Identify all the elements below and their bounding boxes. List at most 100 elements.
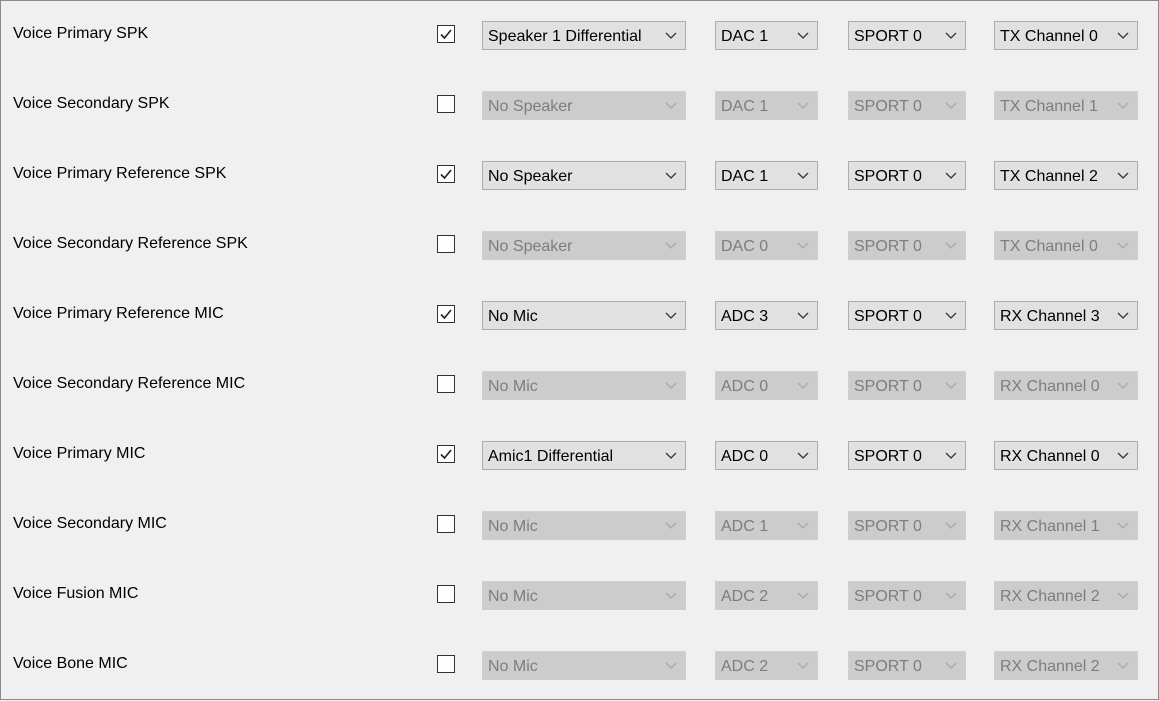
chevron-down-icon — [797, 592, 809, 599]
chevron-down-icon — [797, 452, 809, 459]
device-dropdown[interactable]: No Mic — [482, 371, 686, 400]
channel-dropdown[interactable]: TX Channel 2 — [994, 161, 1138, 190]
channel-value: RX Channel 3 — [1000, 308, 1100, 325]
channel-value: RX Channel 0 — [1000, 378, 1100, 395]
sport-dropdown[interactable]: SPORT 0 — [848, 301, 966, 330]
device-dropdown[interactable]: Amic1 Differential — [482, 441, 686, 470]
channel-dropdown[interactable]: TX Channel 1 — [994, 91, 1138, 120]
channel-dropdown[interactable]: TX Channel 0 — [994, 231, 1138, 260]
enable-checkbox[interactable] — [437, 375, 455, 393]
channel-dropdown[interactable]: TX Channel 0 — [994, 21, 1138, 50]
converter-dropdown[interactable]: DAC 1 — [715, 161, 818, 190]
enable-checkbox[interactable] — [437, 655, 455, 673]
device-dropdown[interactable]: No Mic — [482, 301, 686, 330]
chevron-down-icon — [945, 592, 957, 599]
chevron-down-icon — [797, 172, 809, 179]
converter-dropdown[interactable]: ADC 2 — [715, 651, 818, 680]
channel-dropdown[interactable]: RX Channel 1 — [994, 511, 1138, 540]
sport-dropdown[interactable]: SPORT 0 — [848, 581, 966, 610]
device-value: No Mic — [488, 378, 538, 395]
row-label: Voice Secondary Reference MIC — [13, 375, 246, 392]
sport-dropdown[interactable]: SPORT 0 — [848, 371, 966, 400]
chevron-down-icon — [665, 172, 677, 179]
enable-checkbox[interactable] — [437, 165, 455, 183]
channel-value: RX Channel 0 — [1000, 448, 1100, 465]
chevron-down-icon — [665, 452, 677, 459]
converter-dropdown[interactable]: ADC 3 — [715, 301, 818, 330]
sport-value: SPORT 0 — [854, 28, 922, 45]
chevron-down-icon — [1117, 592, 1129, 599]
chevron-down-icon — [945, 452, 957, 459]
converter-dropdown[interactable]: DAC 1 — [715, 21, 818, 50]
device-value: No Mic — [488, 518, 538, 535]
device-dropdown[interactable]: No Speaker — [482, 91, 686, 120]
sport-dropdown[interactable]: SPORT 0 — [848, 651, 966, 680]
channel-dropdown[interactable]: RX Channel 0 — [994, 441, 1138, 470]
chevron-down-icon — [945, 242, 957, 249]
chevron-down-icon — [945, 102, 957, 109]
device-value: No Speaker — [488, 98, 573, 115]
converter-dropdown[interactable]: DAC 1 — [715, 91, 818, 120]
chevron-down-icon — [665, 312, 677, 319]
chevron-down-icon — [945, 522, 957, 529]
enable-checkbox[interactable] — [437, 515, 455, 533]
device-dropdown[interactable]: Speaker 1 Differential — [482, 21, 686, 50]
routing-row: Voice Primary Reference SPK No Speaker D… — [1, 141, 1158, 211]
sport-value: SPORT 0 — [854, 378, 922, 395]
sport-value: SPORT 0 — [854, 448, 922, 465]
sport-dropdown[interactable]: SPORT 0 — [848, 91, 966, 120]
row-label: Voice Bone MIC — [13, 655, 128, 672]
device-value: Speaker 1 Differential — [488, 28, 642, 45]
converter-value: DAC 1 — [721, 28, 769, 45]
chevron-down-icon — [665, 662, 677, 669]
enable-checkbox[interactable] — [437, 235, 455, 253]
converter-dropdown[interactable]: ADC 2 — [715, 581, 818, 610]
chevron-down-icon — [1117, 662, 1129, 669]
enable-checkbox[interactable] — [437, 585, 455, 603]
chevron-down-icon — [665, 382, 677, 389]
device-dropdown[interactable]: No Mic — [482, 581, 686, 610]
converter-value: ADC 0 — [721, 378, 769, 395]
channel-value: RX Channel 1 — [1000, 518, 1100, 535]
chevron-down-icon — [945, 172, 957, 179]
enable-checkbox[interactable] — [437, 445, 455, 463]
chevron-down-icon — [665, 522, 677, 529]
channel-value: TX Channel 1 — [1000, 98, 1098, 115]
converter-dropdown[interactable]: ADC 0 — [715, 371, 818, 400]
device-value: No Speaker — [488, 238, 573, 255]
checkmark-icon — [440, 309, 452, 320]
routing-row: Voice Primary MIC Amic1 Differential ADC… — [1, 421, 1158, 491]
chevron-down-icon — [797, 102, 809, 109]
device-dropdown[interactable]: No Speaker — [482, 161, 686, 190]
sport-dropdown[interactable]: SPORT 0 — [848, 511, 966, 540]
channel-dropdown[interactable]: RX Channel 2 — [994, 581, 1138, 610]
row-label: Voice Fusion MIC — [13, 585, 139, 602]
sport-dropdown[interactable]: SPORT 0 — [848, 231, 966, 260]
channel-value: TX Channel 0 — [1000, 238, 1098, 255]
converter-dropdown[interactable]: DAC 0 — [715, 231, 818, 260]
converter-dropdown[interactable]: ADC 0 — [715, 441, 818, 470]
device-dropdown[interactable]: No Speaker — [482, 231, 686, 260]
sport-value: SPORT 0 — [854, 238, 922, 255]
sport-dropdown[interactable]: SPORT 0 — [848, 441, 966, 470]
sport-dropdown[interactable]: SPORT 0 — [848, 161, 966, 190]
enable-checkbox[interactable] — [437, 25, 455, 43]
chevron-down-icon — [797, 32, 809, 39]
converter-value: ADC 2 — [721, 658, 769, 675]
converter-value: DAC 1 — [721, 168, 769, 185]
sport-dropdown[interactable]: SPORT 0 — [848, 21, 966, 50]
converter-dropdown[interactable]: ADC 1 — [715, 511, 818, 540]
channel-dropdown[interactable]: RX Channel 3 — [994, 301, 1138, 330]
chevron-down-icon — [797, 312, 809, 319]
converter-value: DAC 1 — [721, 98, 769, 115]
device-dropdown[interactable]: No Mic — [482, 511, 686, 540]
routing-row: Voice Secondary Reference SPK No Speaker… — [1, 211, 1158, 281]
enable-checkbox[interactable] — [437, 305, 455, 323]
enable-checkbox[interactable] — [437, 95, 455, 113]
device-dropdown[interactable]: No Mic — [482, 651, 686, 680]
chevron-down-icon — [1117, 242, 1129, 249]
channel-value: TX Channel 2 — [1000, 168, 1098, 185]
channel-value: TX Channel 0 — [1000, 28, 1098, 45]
channel-dropdown[interactable]: RX Channel 2 — [994, 651, 1138, 680]
channel-dropdown[interactable]: RX Channel 0 — [994, 371, 1138, 400]
